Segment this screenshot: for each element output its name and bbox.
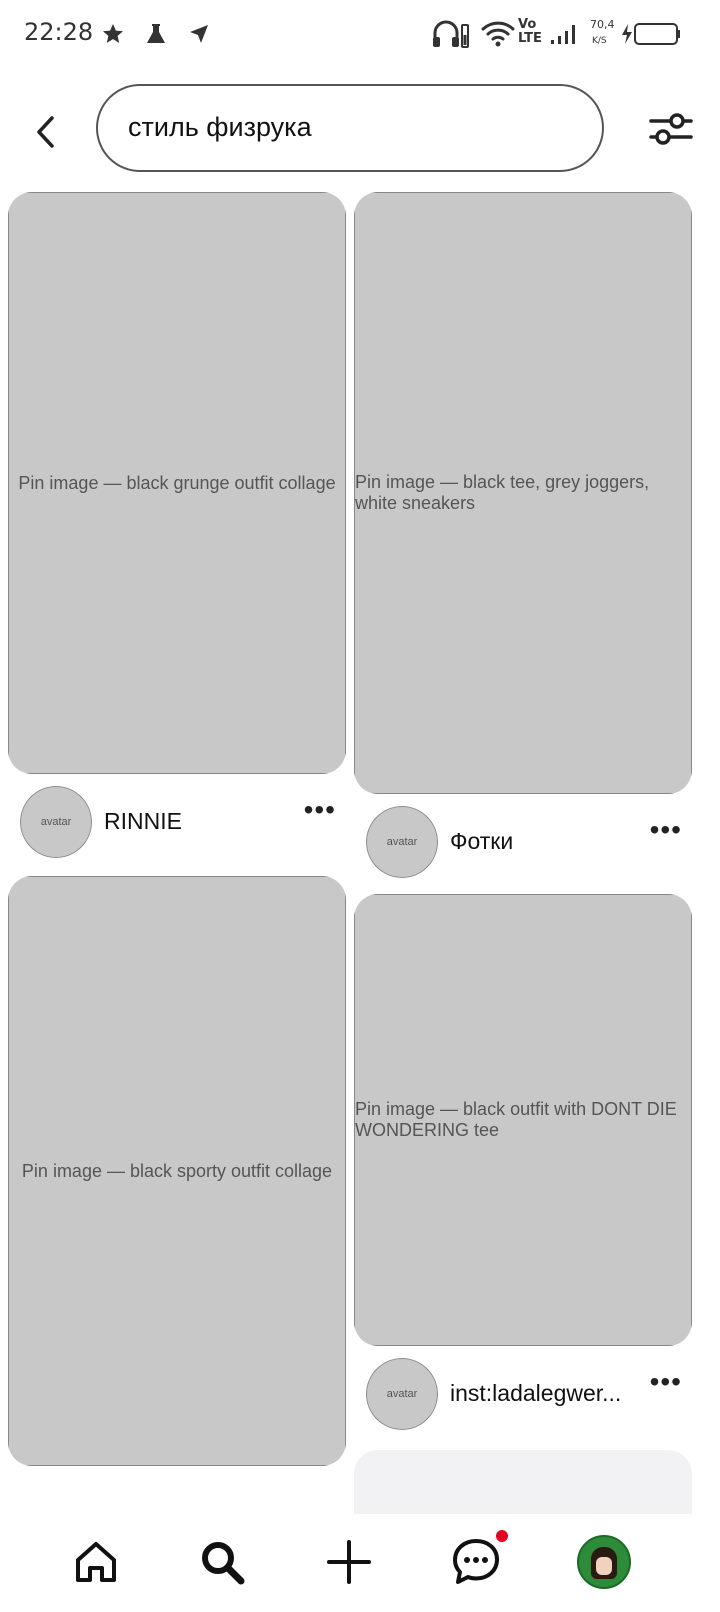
pin-username[interactable]: inst:ladalegwer... bbox=[450, 1380, 621, 1407]
back-button[interactable] bbox=[24, 110, 68, 154]
filter-button[interactable] bbox=[646, 104, 696, 154]
pin-username[interactable]: RINNIE bbox=[104, 808, 182, 835]
create-icon bbox=[327, 1540, 371, 1584]
notification-badge bbox=[496, 1530, 508, 1542]
nav-search-button[interactable] bbox=[194, 1534, 250, 1590]
search-input[interactable]: стиль физрука bbox=[96, 84, 604, 172]
nav-home-button[interactable] bbox=[68, 1534, 124, 1590]
profile-avatar bbox=[577, 1535, 631, 1589]
network-type: Vo LTE bbox=[518, 17, 542, 46]
star-icon bbox=[100, 18, 126, 50]
more-options-button[interactable]: ••• bbox=[304, 796, 336, 824]
net-speed-unit: K/S bbox=[592, 36, 607, 46]
pin-image[interactable]: Pin image — black outfit with DONT DIE W… bbox=[354, 894, 692, 1346]
nav-create-button[interactable] bbox=[321, 1534, 377, 1590]
pin-card[interactable]: Pin image — black outfit with DONT DIE W… bbox=[354, 894, 692, 1346]
bottom-navigation bbox=[0, 1514, 720, 1612]
status-bar: 22:28 Vo LTE 70,4 K/S bbox=[0, 0, 720, 72]
search-query[interactable]: стиль физрука bbox=[128, 112, 312, 143]
signal-icon bbox=[548, 18, 578, 50]
pin-meta: avatar RINNIE ••• bbox=[20, 786, 336, 866]
search-header: стиль физрука bbox=[0, 80, 720, 180]
avatar[interactable]: avatar bbox=[20, 786, 92, 858]
pin-image[interactable]: Pin image — black tee, grey joggers, whi… bbox=[354, 192, 692, 794]
pin-card[interactable]: Pin image — black tee, grey joggers, whi… bbox=[354, 192, 692, 794]
home-icon bbox=[76, 1542, 116, 1582]
chevron-left-icon bbox=[37, 116, 54, 148]
net-speed: 70,4 bbox=[590, 18, 615, 31]
flask-icon bbox=[142, 18, 170, 50]
pin-card[interactable]: Pin image — black grunge outfit collage bbox=[8, 192, 346, 774]
avatar[interactable]: avatar bbox=[366, 1358, 438, 1430]
pin-username[interactable]: Фотки bbox=[450, 828, 513, 855]
nav-profile-button[interactable] bbox=[576, 1534, 632, 1590]
pin-card[interactable]: Pin image — black sporty outfit collage bbox=[8, 876, 346, 1466]
pin-feed: Pin image — black grunge outfit collage … bbox=[0, 190, 720, 1514]
sliders-icon bbox=[649, 113, 693, 145]
pin-meta: avatar inst:ladalegwer... ••• bbox=[366, 1358, 682, 1438]
status-time: 22:28 bbox=[24, 18, 94, 46]
battery-icon bbox=[620, 18, 682, 50]
location-arrow-icon bbox=[186, 18, 212, 50]
pin-image[interactable]: Pin image — black grunge outfit collage bbox=[8, 192, 346, 774]
headphones-battery-icon bbox=[430, 18, 470, 50]
pin-meta: avatar Фотки ••• bbox=[366, 806, 682, 886]
avatar[interactable]: avatar bbox=[366, 806, 438, 878]
pin-card-partial[interactable] bbox=[354, 1450, 692, 1514]
wifi-icon bbox=[480, 18, 516, 50]
nav-messages-button[interactable] bbox=[448, 1530, 508, 1590]
more-options-button[interactable]: ••• bbox=[650, 1368, 682, 1396]
pin-image[interactable]: Pin image — black sporty outfit collage bbox=[8, 876, 346, 1466]
more-options-button[interactable]: ••• bbox=[650, 816, 682, 844]
messages-icon bbox=[453, 1539, 499, 1584]
search-icon bbox=[202, 1542, 245, 1585]
